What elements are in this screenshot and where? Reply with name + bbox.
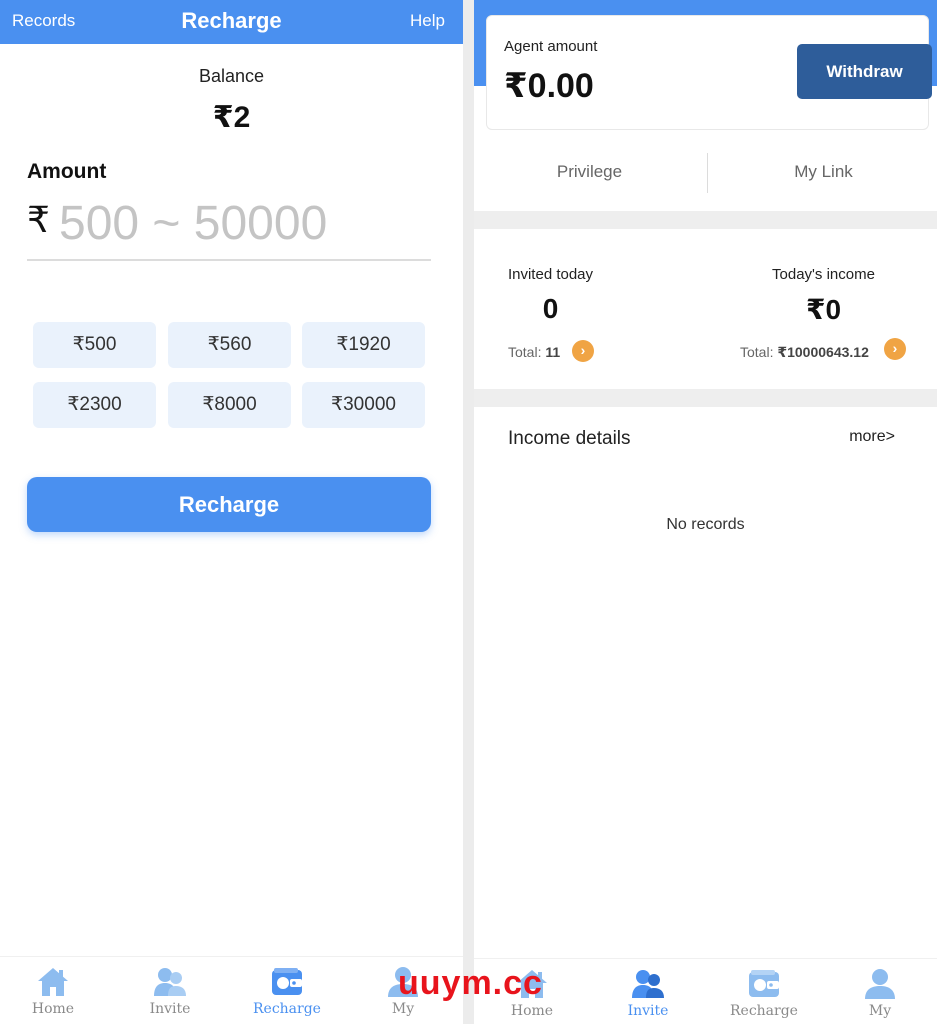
invited-today-label: Invited today [507, 266, 594, 283]
agent-amount-card: Agent amount ₹0.00 Withdraw [486, 15, 932, 130]
tab-label: My [868, 1003, 892, 1019]
recharge-header: Records Recharge Help [0, 0, 463, 44]
tab-label: My [391, 1001, 415, 1017]
bottom-tab-bar: Home Invite Recharge My [0, 956, 463, 1024]
tab-home[interactable]: Home [0, 957, 111, 1024]
bottom-tab-bar: Home Invite Recharge My [474, 958, 937, 1024]
tab-label: Home [31, 1001, 75, 1017]
preset-amount-button[interactable]: ₹1920 [302, 322, 425, 368]
todays-income-value: ₹0 [805, 294, 842, 325]
tab-recharge[interactable]: Recharge [706, 959, 822, 1024]
income-details-title: Income details [508, 428, 631, 449]
invite-icon [632, 970, 664, 998]
more-link[interactable]: more> [849, 428, 895, 446]
home-icon [38, 968, 68, 996]
amount-input[interactable] [59, 193, 429, 253]
withdraw-button[interactable]: Withdraw [797, 44, 932, 99]
tab-label: Recharge [730, 1003, 798, 1019]
recharge-screen: Records Recharge Help Balance ₹2 Amount … [0, 0, 463, 1024]
total-prefix: Total: [508, 344, 542, 360]
todays-income-label: Today's income [772, 266, 875, 283]
watermark: uuym.cc [398, 964, 543, 1002]
total-prefix: Total: [740, 344, 774, 360]
user-icon [865, 969, 895, 999]
agent-amount-label: Agent amount [504, 38, 598, 55]
balance-label: Balance [198, 66, 265, 86]
todays-income-stat: Today's income ₹0 Total: ₹10000643.12 › [708, 266, 937, 360]
preset-amount-button[interactable]: ₹30000 [302, 382, 425, 428]
income-total-value: ₹10000643.12 [777, 344, 869, 360]
preset-amount-button[interactable]: ₹560 [168, 322, 291, 368]
tab-label: Recharge [253, 1001, 321, 1017]
chevron-right-icon[interactable]: › [884, 338, 906, 360]
invite-subtabs: Privilege My Link [474, 150, 937, 196]
tab-invite[interactable]: Invite [590, 959, 706, 1024]
income-total: Total: ₹10000643.12 [740, 344, 869, 361]
preset-amount-button[interactable]: ₹500 [33, 322, 156, 368]
tab-label: Invite [149, 1001, 191, 1017]
section-divider [474, 211, 937, 229]
invited-today-stat: Invited today 0 Total: 11 › [474, 266, 666, 362]
invited-total-value: 11 [545, 344, 561, 360]
tab-my-link[interactable]: My Link [708, 162, 937, 182]
preset-amount-button[interactable]: ₹2300 [33, 382, 156, 428]
page-title: Recharge [181, 8, 282, 33]
agent-amount-value: ₹0.00 [504, 67, 594, 105]
invite-icon [154, 968, 186, 996]
invited-today-value: 0 [542, 293, 559, 324]
invite-screen: Agent amount ₹0.00 Withdraw Privilege My… [474, 0, 937, 1024]
tab-invite[interactable]: Invite [112, 957, 228, 1024]
wallet-icon [272, 968, 302, 995]
amount-label: Amount [27, 160, 107, 183]
empty-state: No records [666, 516, 745, 533]
tab-privilege[interactable]: Privilege [474, 162, 705, 182]
help-link[interactable]: Help [410, 11, 445, 31]
tab-recharge[interactable]: Recharge [229, 957, 345, 1024]
invited-total: Total: 11 [508, 344, 560, 360]
tab-label: Invite [627, 1003, 669, 1019]
rupee-icon: ₹ [27, 199, 50, 240]
section-divider [474, 389, 937, 407]
wallet-icon [749, 970, 779, 997]
tab-label: Home [510, 1003, 554, 1019]
recharge-button[interactable]: Recharge [27, 477, 431, 532]
chevron-right-icon[interactable]: › [572, 340, 594, 362]
preset-amount-button[interactable]: ₹8000 [168, 382, 291, 428]
amount-field-row: ₹ [27, 193, 431, 261]
tab-my[interactable]: My [822, 959, 937, 1024]
balance-value: ₹2 [212, 101, 251, 134]
